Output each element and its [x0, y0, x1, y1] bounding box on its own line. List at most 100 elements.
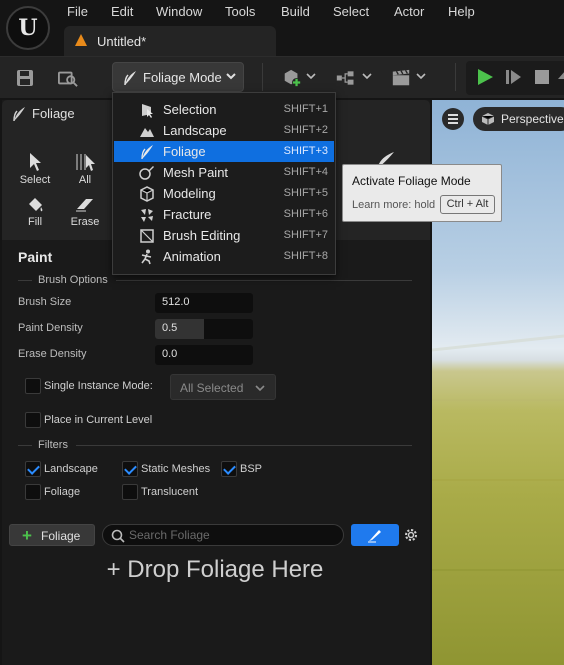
chevron-down-icon [226, 73, 236, 80]
filter-foliage-checkbox[interactable] [25, 484, 41, 500]
document-tab[interactable]: Untitled* [64, 26, 276, 56]
viewport-perspective-label: Perspective [501, 112, 564, 126]
menu-help[interactable]: Help [448, 4, 475, 19]
brush-size-label: Brush Size [18, 296, 72, 308]
divider [76, 445, 412, 446]
single-instance-label: Single Instance Mode: [44, 380, 153, 392]
tool-select-all[interactable]: All [65, 152, 105, 186]
mode-item-shortcut: SHIFT+5 [283, 187, 328, 199]
chevron-down-icon[interactable] [306, 72, 316, 80]
erase-density-slider[interactable]: 0.0 [155, 345, 253, 365]
foliage-panel-title: Foliage [32, 106, 75, 121]
mode-item-foliage[interactable]: Foliage SHIFT+3 [114, 141, 334, 162]
add-foliage-button[interactable]: + Foliage [9, 524, 95, 546]
mode-item-shortcut: SHIFT+8 [283, 250, 328, 262]
mode-item-label: Modeling [163, 186, 216, 201]
section-title-paint: Paint [18, 249, 53, 265]
menu-tools[interactable]: Tools [225, 4, 255, 19]
cube-icon [481, 113, 495, 125]
single-instance-checkbox[interactable] [25, 378, 41, 394]
chevron-down-icon[interactable] [362, 72, 372, 80]
tooltip-title: Activate Foliage Mode [352, 174, 471, 188]
mode-item-modeling[interactable]: Modeling SHIFT+5 [114, 183, 334, 204]
select-all-icon [76, 154, 95, 171]
mode-item-landscape[interactable]: Landscape SHIFT+2 [114, 120, 334, 141]
paint-brush-toggle[interactable] [351, 524, 399, 546]
foliage-search [102, 524, 344, 546]
search-icon [111, 529, 125, 543]
mode-item-mesh-paint[interactable]: Mesh Paint SHIFT+4 [114, 162, 334, 183]
eject-icon[interactable] [556, 67, 564, 87]
stop-icon[interactable] [532, 67, 552, 87]
menu-file[interactable]: File [67, 4, 88, 19]
toolbar-divider [455, 63, 456, 91]
search-input[interactable] [129, 527, 334, 543]
tool-erase[interactable]: Erase [65, 196, 105, 228]
advance-frame-icon[interactable] [504, 67, 524, 87]
mode-item-label: Foliage [163, 144, 206, 159]
filter-landscape-label: Landscape [44, 463, 98, 475]
filter-translucent-checkbox[interactable] [122, 484, 138, 500]
add-actor-icon[interactable] [282, 68, 302, 88]
brush-size-field[interactable]: 512.0 [155, 293, 253, 313]
mode-dropdown-menu: Selection SHIFT+1 Landscape SHIFT+2 Foli… [112, 92, 336, 275]
mesh-paint-mode-icon [139, 166, 154, 180]
mode-item-label: Selection [163, 102, 217, 117]
filter-foliage-label: Foliage [44, 486, 81, 498]
blueprint-icon[interactable] [336, 68, 356, 88]
fracture-mode-icon [141, 209, 153, 222]
tool-fill[interactable]: Fill [15, 196, 55, 228]
tooltip-learn-more: Learn more: hold [352, 199, 436, 211]
viewport-perspective-button[interactable]: Perspective [473, 107, 564, 131]
single-instance-dropdown[interactable]: All Selected [170, 374, 276, 400]
modeling-mode-icon [140, 186, 154, 202]
mode-item-animation[interactable]: Animation SHIFT+8 [114, 246, 334, 267]
cursor-icon [30, 153, 41, 171]
browse-content-icon[interactable] [58, 68, 78, 88]
tool-erase-label: Erase [70, 216, 100, 228]
filter-static-meshes-label: Static Meshes [141, 463, 211, 475]
mode-item-brush-editing[interactable]: Brush Editing SHIFT+7 [114, 225, 334, 246]
menu-actor[interactable]: Actor [394, 4, 424, 19]
save-icon[interactable] [15, 68, 35, 88]
brush-editing-mode-icon [140, 229, 154, 243]
selection-mode-icon [142, 104, 153, 118]
foliage-leaf-icon [13, 107, 25, 122]
menu-select[interactable]: Select [333, 4, 369, 19]
mode-item-label: Fracture [163, 207, 212, 222]
play-icon[interactable] [475, 67, 495, 87]
plus-icon: + [22, 526, 32, 545]
toolbar-divider [262, 63, 263, 91]
menu-edit[interactable]: Edit [111, 4, 133, 19]
mode-item-shortcut: SHIFT+2 [283, 124, 328, 136]
filter-static-meshes-checkbox[interactable] [122, 461, 138, 477]
mode-item-label: Landscape [163, 123, 227, 138]
menu-bar: U File Edit Window Tools Build Select Ac… [0, 0, 564, 56]
menu-build[interactable]: Build [281, 4, 310, 19]
menu-window[interactable]: Window [156, 4, 202, 19]
mode-selector-button[interactable]: Foliage Mode [112, 62, 244, 92]
paint-density-value: 0.5 [162, 322, 178, 334]
filter-translucent-label: Translucent [141, 486, 199, 498]
viewport-menu-button[interactable] [442, 108, 464, 130]
group-label-filters: Filters [38, 439, 68, 451]
filter-bsp-checkbox[interactable] [221, 461, 237, 477]
chevron-down-icon[interactable] [416, 72, 426, 80]
mode-item-shortcut: SHIFT+4 [283, 166, 328, 178]
mode-item-label: Animation [163, 249, 221, 264]
mode-item-label: Mesh Paint [163, 165, 229, 180]
mode-item-selection[interactable]: Selection SHIFT+1 [114, 99, 334, 120]
tool-select[interactable]: Select [15, 152, 55, 186]
mode-item-shortcut: SHIFT+1 [283, 103, 328, 115]
gear-icon[interactable] [403, 527, 419, 543]
mode-item-shortcut: SHIFT+6 [283, 208, 328, 220]
place-current-level-checkbox[interactable] [25, 412, 41, 428]
cinematics-icon[interactable] [391, 68, 411, 88]
paint-density-slider[interactable]: 0.5 [155, 319, 253, 339]
drop-foliage-target[interactable]: + Drop Foliage Here [0, 556, 430, 584]
mode-item-fracture[interactable]: Fracture SHIFT+6 [114, 204, 334, 225]
tooltip-key-combo: Ctrl + Alt [440, 195, 495, 214]
filter-landscape-checkbox[interactable] [25, 461, 41, 477]
unreal-logo-icon[interactable]: U [6, 6, 50, 50]
erase-density-label: Erase Density [18, 348, 87, 360]
